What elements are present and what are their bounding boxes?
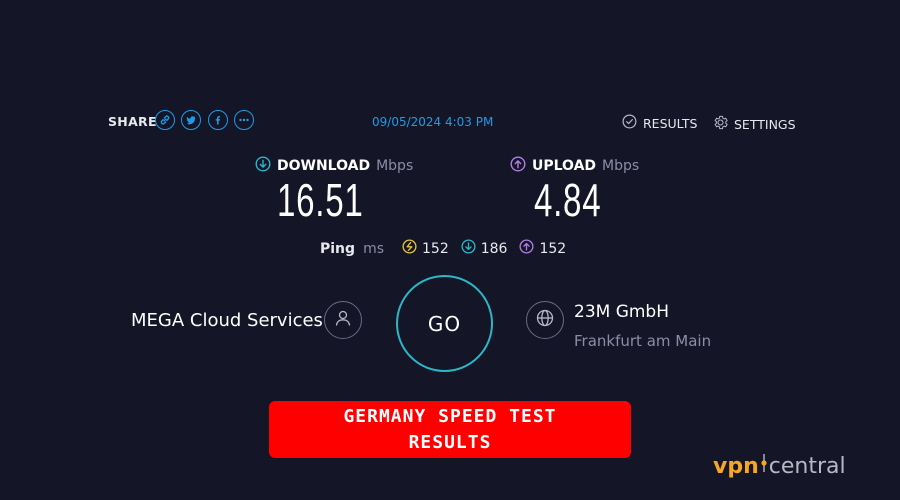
- check-circle-icon: [622, 114, 637, 132]
- server-location: Frankfurt am Main: [574, 332, 712, 350]
- upload-header: UPLOAD Mbps: [510, 156, 639, 176]
- vpncentral-logo: vpn central: [713, 452, 846, 480]
- results-label: RESULTS: [643, 115, 698, 131]
- ping-idle-value: 152: [422, 240, 449, 257]
- go-button[interactable]: GO: [396, 275, 493, 372]
- download-speed-value: 16.51: [277, 174, 364, 226]
- ping-unit: ms: [363, 240, 384, 257]
- logo-central-text: central: [768, 453, 846, 479]
- ping-upload-value: 152: [539, 240, 567, 257]
- server-name[interactable]: 23M GmbH: [574, 302, 669, 322]
- more-icon: [238, 114, 250, 126]
- upload-arrow-icon: [519, 239, 535, 258]
- ping-label: Ping: [320, 240, 356, 257]
- ping-row: Ping ms 152 186 152: [320, 239, 578, 258]
- results-link[interactable]: RESULTS: [622, 114, 697, 132]
- settings-link[interactable]: SETTINGS: [712, 114, 796, 134]
- facebook-icon: [212, 114, 224, 126]
- share-label: SHARE: [108, 114, 157, 129]
- ping-upload: 152: [519, 239, 566, 258]
- test-timestamp[interactable]: 09/05/2024 4:03 PM: [372, 115, 493, 129]
- logo-icon: [759, 452, 769, 480]
- twitter-icon: [185, 114, 197, 126]
- globe-icon: [535, 308, 555, 332]
- upload-speed-value: 4.84: [534, 174, 602, 226]
- download-unit: Mbps: [376, 158, 414, 174]
- ping-download-value: 186: [480, 240, 508, 257]
- share-twitter-button[interactable]: [181, 110, 201, 130]
- logo-vpn-text: vpn: [713, 453, 759, 479]
- download-arrow-icon: [255, 156, 271, 176]
- gear-icon: [712, 114, 729, 134]
- title-banner: GERMANY SPEED TEST RESULTS: [269, 401, 631, 458]
- share-link-button[interactable]: [155, 110, 175, 130]
- download-header: DOWNLOAD Mbps: [255, 156, 413, 176]
- upload-label: UPLOAD: [532, 158, 597, 174]
- provider-button[interactable]: [324, 301, 362, 339]
- banner-line-1: GERMANY SPEED TEST: [343, 405, 557, 427]
- person-icon: [333, 308, 353, 332]
- settings-label: SETTINGS: [734, 116, 796, 132]
- banner-text: GERMANY SPEED TEST RESULTS: [300, 404, 600, 456]
- ping-idle: 152: [402, 239, 449, 258]
- ping-download: 186: [461, 239, 508, 258]
- provider-name: MEGA Cloud Services: [131, 310, 323, 331]
- share-more-button[interactable]: [234, 110, 254, 130]
- download-label: DOWNLOAD: [277, 158, 371, 174]
- download-arrow-icon: [461, 239, 476, 258]
- upload-arrow-icon: [510, 156, 526, 176]
- upload-unit: Mbps: [602, 158, 640, 174]
- server-button[interactable]: [526, 301, 564, 339]
- banner-line-2: RESULTS: [408, 431, 492, 453]
- latency-icon: [402, 239, 417, 258]
- link-icon: [159, 114, 171, 126]
- share-facebook-button[interactable]: [208, 110, 228, 130]
